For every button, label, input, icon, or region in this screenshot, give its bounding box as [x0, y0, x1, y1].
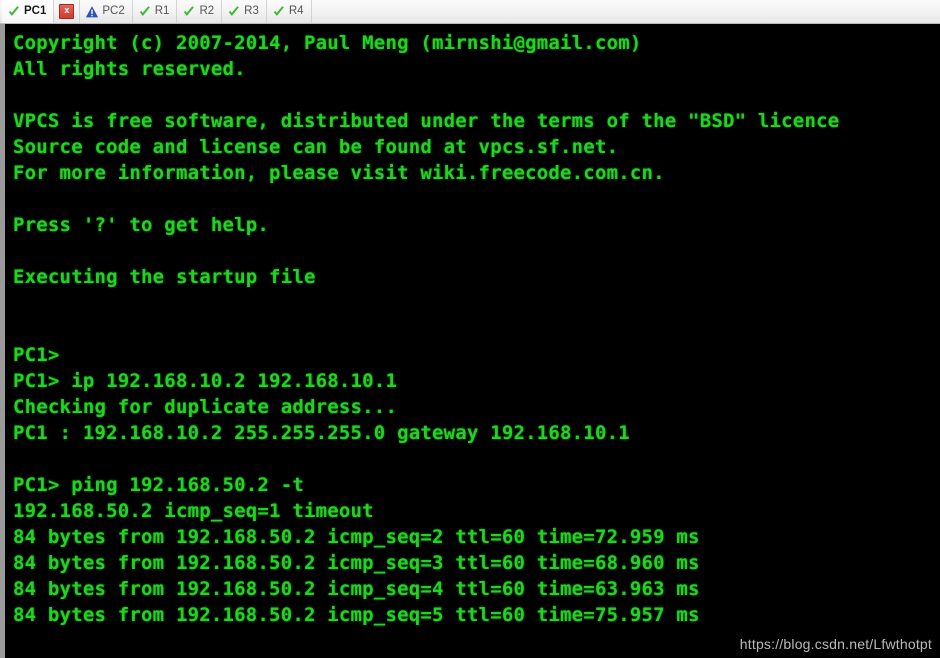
terminal-line: Executing the startup file — [13, 266, 316, 288]
tab-label: PC1 — [24, 4, 47, 17]
vpcs-terminal[interactable]: Copyright (c) 2007-2014, Paul Meng (mirn… — [0, 24, 940, 658]
check-icon — [184, 5, 195, 16]
tab-label: R4 — [288, 4, 304, 17]
terminal-line: 84 bytes from 192.168.50.2 icmp_seq=3 tt… — [13, 552, 700, 574]
tab-r2[interactable]: R2 — [177, 0, 223, 23]
check-icon — [229, 5, 240, 16]
terminal-line: 84 bytes from 192.168.50.2 icmp_seq=4 tt… — [13, 578, 700, 600]
terminal-line: For more information, please visit wiki.… — [13, 162, 665, 184]
terminal-line: 192.168.50.2 icmp_seq=1 timeout — [13, 500, 374, 522]
tab-label: R3 — [244, 4, 259, 17]
terminal-line: Copyright (c) 2007-2014, Paul Meng (mirn… — [13, 32, 642, 54]
terminal-line: 84 bytes from 192.168.50.2 icmp_seq=5 tt… — [13, 604, 700, 626]
terminal-line: All rights reserved. — [13, 58, 246, 80]
terminal-line: PC1> — [13, 344, 60, 366]
warning-triangle-icon — [86, 5, 99, 17]
tab-label: R1 — [154, 4, 170, 17]
terminal-output: Copyright (c) 2007-2014, Paul Meng (mirn… — [5, 24, 940, 628]
tab-label: PC2 — [102, 4, 125, 17]
check-icon — [273, 5, 284, 16]
tab-r1[interactable]: R1 — [133, 0, 178, 23]
terminal-line: Checking for duplicate address... — [13, 396, 398, 418]
tab-label: R2 — [199, 4, 215, 17]
terminal-line: PC1> ping 192.168.50.2 -t — [13, 474, 304, 496]
terminal-line: PC1 : 192.168.10.2 255.255.255.0 gateway… — [13, 422, 630, 444]
tab-pc1[interactable]: PC1 — [2, 0, 55, 23]
terminal-line: Source code and license can be found at … — [13, 136, 619, 158]
terminal-line: VPCS is free software, distributed under… — [13, 110, 840, 132]
terminal-line: PC1> ip 192.168.10.2 192.168.10.1 — [13, 370, 398, 392]
tab-r3[interactable]: R3 — [222, 0, 267, 23]
check-icon — [139, 5, 150, 16]
tab-pc2[interactable]: PC2 — [80, 0, 133, 23]
watermark: https://blog.csdn.net/Lfwthotpt — [739, 636, 932, 652]
terminal-line: Press '?' to get help. — [13, 214, 270, 236]
device-tab-bar[interactable]: PC1 x PC2 R1 R2 R3 R4 — [0, 0, 940, 24]
tab-r4[interactable]: R4 — [267, 0, 312, 23]
close-tab-cell[interactable]: x — [54, 0, 81, 23]
check-icon — [8, 5, 19, 16]
close-icon[interactable]: x — [59, 4, 75, 19]
terminal-line: 84 bytes from 192.168.50.2 icmp_seq=2 tt… — [13, 526, 700, 548]
